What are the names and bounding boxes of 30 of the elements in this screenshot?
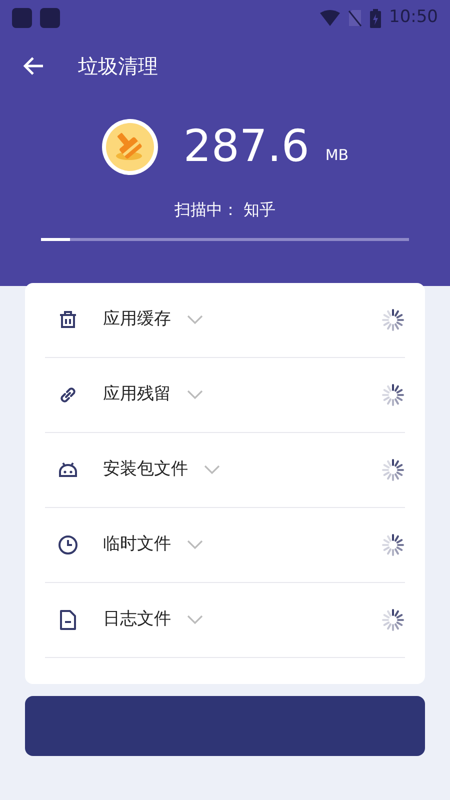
broom-icon [101,118,160,176]
scan-status: 扫描中： 知乎 [174,200,276,219]
chevron-down-icon[interactable] [187,315,203,325]
notification-icon [12,8,32,28]
no-sim-icon [348,9,362,27]
clock-icon [57,534,79,556]
loading-spinner-icon [381,458,405,482]
trash-icon [57,309,79,331]
chevron-down-icon[interactable] [204,465,220,475]
category-label: 应用缓存 [103,308,171,332]
category-label: 安装包文件 [103,458,188,482]
category-label: 应用残留 [103,383,171,406]
loading-spinner-icon [381,383,405,407]
loading-spinner-icon [381,533,405,557]
notification-icon [40,8,60,28]
action-button[interactable] [25,696,425,756]
wifi-icon [320,10,340,26]
loading-spinner-icon [381,308,405,332]
junk-size: 287.6 [183,125,310,169]
chevron-down-icon[interactable] [187,540,203,550]
page-title: 垃圾清理 [77,53,158,80]
category-label: 日志文件 [103,608,171,632]
size-unit: MB [325,144,349,166]
category-label: 临时文件 [103,533,171,556]
file-icon [57,609,79,631]
battery-icon [370,8,381,28]
loading-spinner-icon [381,608,405,632]
status-time: 10:50 [389,6,438,30]
chevron-down-icon[interactable] [187,615,203,625]
chevron-down-icon[interactable] [187,390,203,400]
